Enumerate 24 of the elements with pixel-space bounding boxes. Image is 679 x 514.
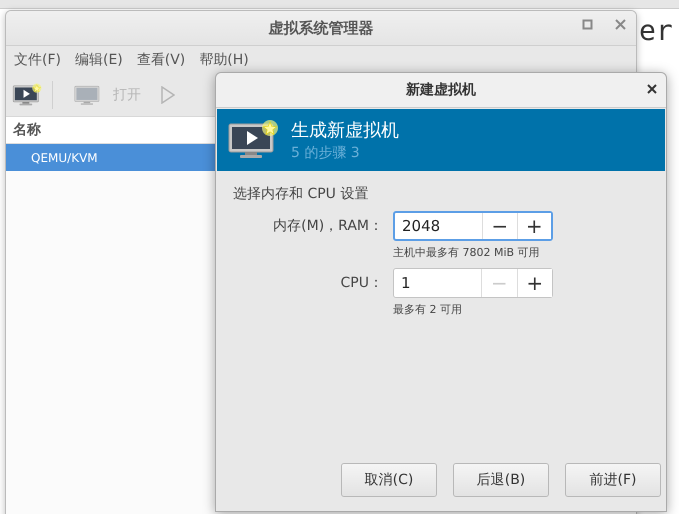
increment-button[interactable]: + (516, 213, 551, 239)
field-label: 内存(M)，RAM： (273, 217, 383, 235)
back-button[interactable]: 后退(B) (453, 463, 549, 497)
menu-item[interactable]: 查看(V) (136, 51, 186, 69)
terminal-text: er (639, 14, 673, 47)
section-heading: 选择内存和 CPU 设置 (233, 185, 370, 203)
increment-button[interactable]: + (516, 269, 552, 297)
hint-text: 主机中最多有 7802 MiB 可用 (393, 245, 541, 260)
menu-item[interactable]: 编辑(E) (74, 51, 123, 69)
menu-item[interactable]: 帮助(H) (199, 51, 249, 69)
spin-field[interactable]: 2048 − + (393, 211, 553, 241)
maximize-icon[interactable] (582, 19, 593, 30)
banner-title: 生成新虚拟机 (291, 119, 399, 142)
window-title: 虚拟系统管理器 (268, 18, 374, 38)
step-indicator: 5 的步骤 3 (291, 144, 361, 162)
cancel-button[interactable]: 取消(C) (341, 463, 437, 497)
field-label: CPU： (340, 274, 383, 292)
menu-item[interactable]: 文件(F) (14, 51, 61, 69)
close-icon[interactable] (647, 84, 657, 94)
new-vm-icon (227, 120, 279, 160)
new-vm-icon[interactable] (12, 83, 42, 107)
hint-text: 最多有 2 可用 (393, 302, 463, 317)
forward-button[interactable]: 前进(F) (565, 463, 661, 497)
dialog-title: 新建虚拟机 (406, 81, 476, 99)
